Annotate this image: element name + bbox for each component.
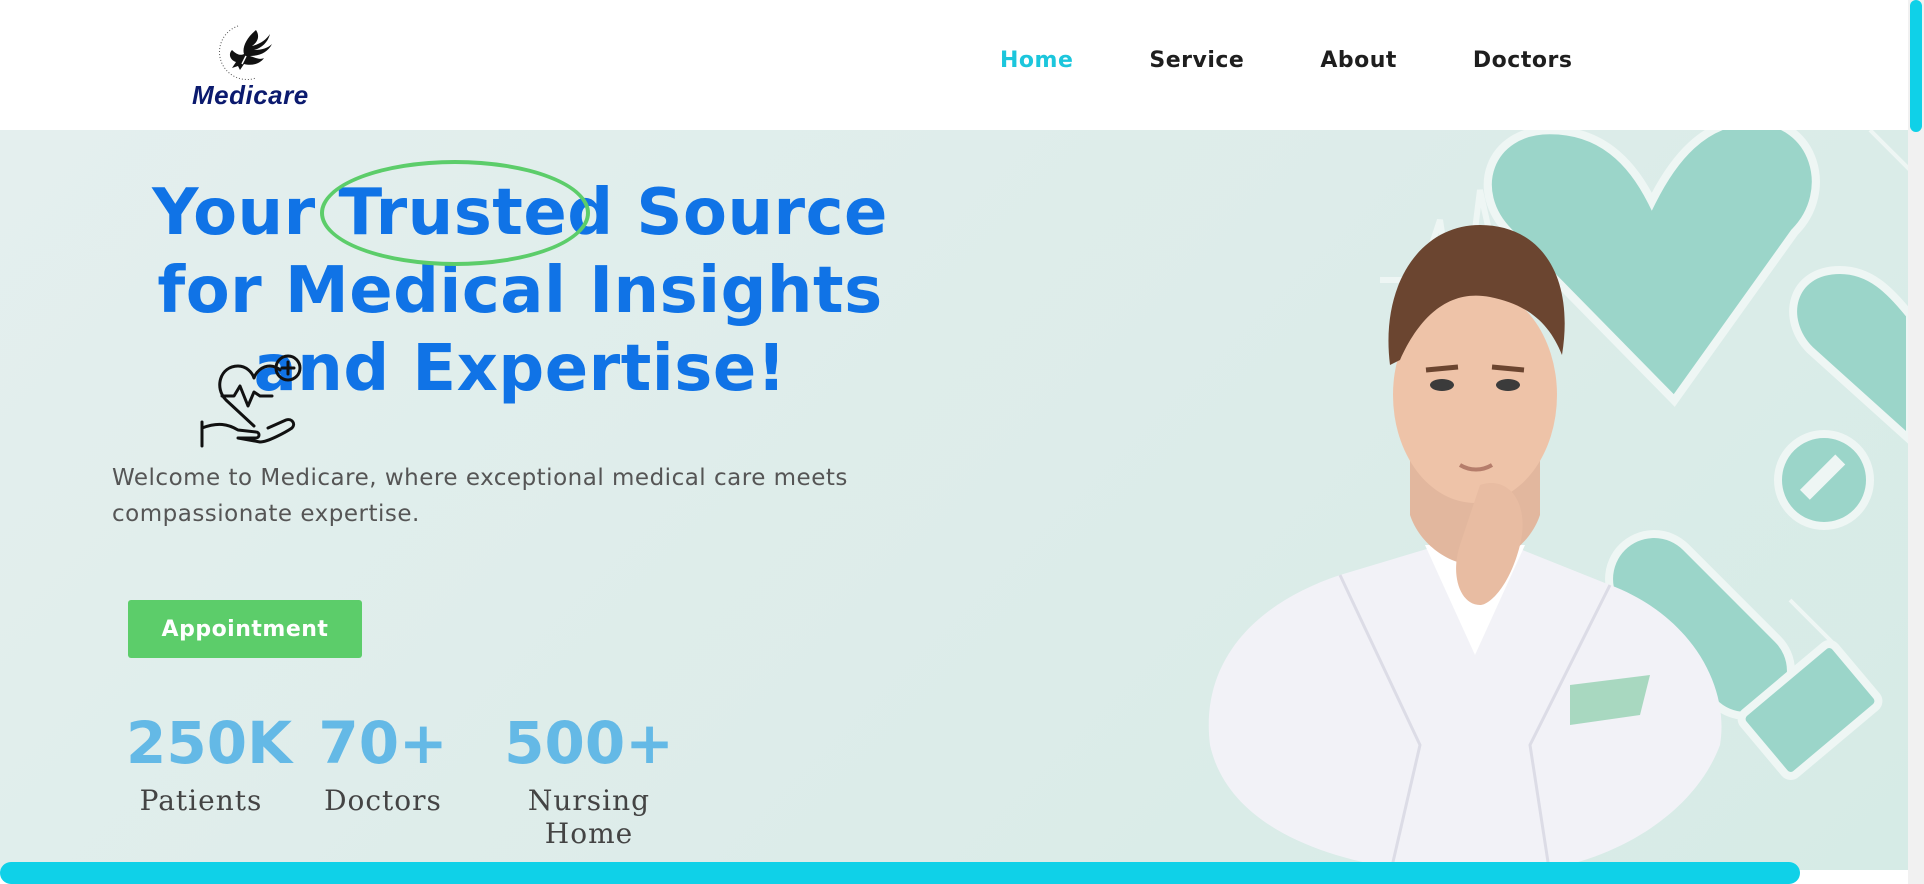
stat-label: Doctors <box>324 784 442 817</box>
scrollbar-thumb[interactable] <box>1910 0 1922 132</box>
bottom-accent-bar <box>0 862 1800 884</box>
stat-value: 250K <box>126 709 293 777</box>
hero-section: Your Trusted Source for Medical Insights… <box>0 130 1908 870</box>
stat-label: Patients <box>139 784 263 817</box>
doctor-portrait <box>1208 225 1722 870</box>
highlight-circle <box>320 160 591 266</box>
main-nav: Home Service About Doctors <box>1000 48 1648 73</box>
stat-doctors: 70+ Doctors <box>318 710 448 817</box>
appointment-button[interactable]: Appointment <box>128 600 362 658</box>
nav-doctors[interactable]: Doctors <box>1473 48 1573 73</box>
nav-about[interactable]: About <box>1320 48 1397 73</box>
eagle-logo-icon <box>218 25 272 81</box>
stat-label: Nursing Home <box>527 784 651 850</box>
nav-service[interactable]: Service <box>1149 48 1244 73</box>
hero-description: Welcome to Medicare, where exceptional m… <box>112 465 848 527</box>
nav-home[interactable]: Home <box>1000 48 1073 73</box>
page-scrollbar[interactable] <box>1908 0 1924 884</box>
title-part-before: Your <box>152 176 339 250</box>
logo-text: Medicare <box>192 80 309 110</box>
stat-patients: 250K Patients <box>126 709 293 817</box>
site-header: Medicare Home Service About Doctors <box>0 0 1908 130</box>
stat-nursing-home: 500+ Nursing Home <box>480 710 698 850</box>
stat-value: 500+ <box>504 709 674 777</box>
stat-value: 70+ <box>318 709 448 777</box>
title-highlight: Trusted <box>320 160 613 266</box>
heart-hand-icon <box>200 354 302 448</box>
logo[interactable]: Medicare <box>188 20 308 112</box>
